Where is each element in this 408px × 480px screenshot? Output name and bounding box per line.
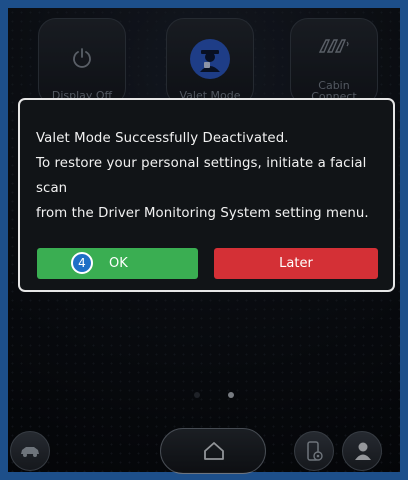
later-button-label: Later — [279, 256, 313, 271]
valet-mode-dialog: Valet Mode Successfully Deactivated. To … — [18, 98, 395, 292]
step-badge: 4 — [71, 252, 93, 274]
dialog-message-line3: from the Driver Monitoring System settin… — [36, 206, 369, 221]
later-button[interactable]: Later — [214, 248, 378, 279]
dialog-message-line2: To restore your personal settings, initi… — [36, 156, 367, 196]
dialog-message: Valet Mode Successfully Deactivated. To … — [36, 126, 386, 226]
ok-button-label: OK — [109, 256, 128, 271]
ok-button[interactable]: 4 OK — [37, 248, 198, 279]
dialog-message-line1: Valet Mode Successfully Deactivated. — [36, 131, 289, 146]
